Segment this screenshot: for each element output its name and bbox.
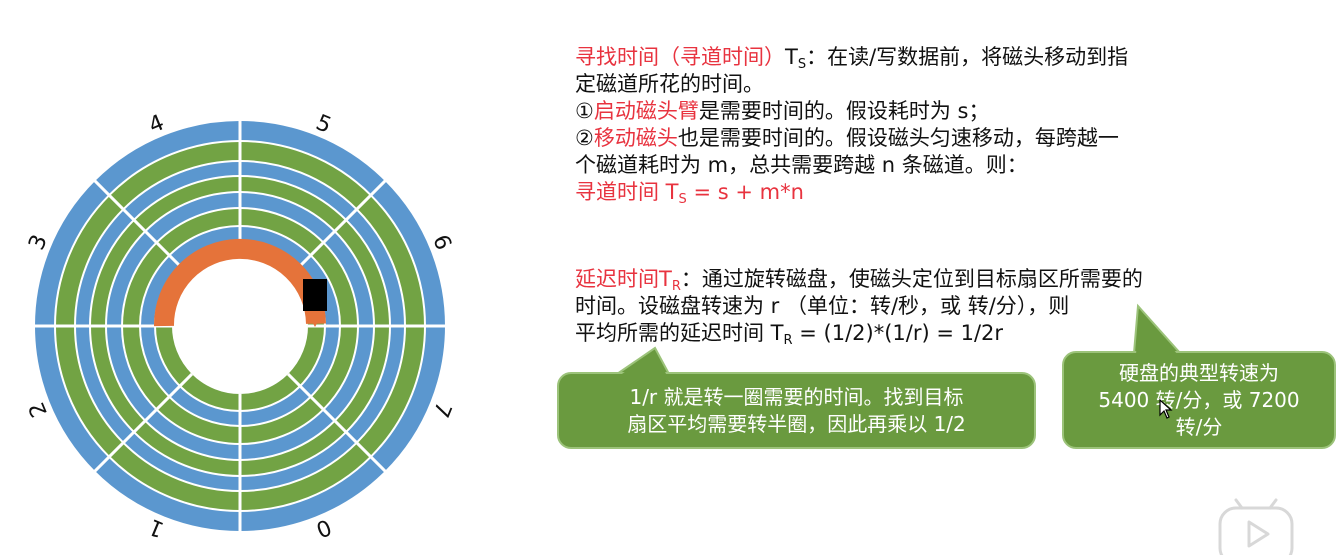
- half-turn-line-1: 1/r 就是转一圈需要的时间。找到目标: [629, 384, 964, 409]
- rotation-formula-prefix: 平均所需的延迟时间 T: [575, 321, 784, 345]
- seek-item-1: ①启动磁头臂是需要时间的。假设耗时为 s；: [575, 98, 1295, 125]
- seek-formula: 寻道时间 TS = s + m*n: [575, 179, 1295, 206]
- seek-formula-sub: S: [678, 192, 687, 207]
- sector-label-5: 5: [312, 110, 335, 138]
- item2-num: ②: [575, 126, 594, 150]
- seek-formula-prefix: 寻道时间 T: [575, 180, 679, 204]
- seek-formula-rest: = s + m*n: [686, 180, 804, 204]
- seek-time-section: 寻找时间（寻道时间）TS：在读/写数据前，将磁头移动到指 定磁道所花的时间。 ①…: [575, 44, 1295, 206]
- speed-callout-text: 硬盘的典型转速为 5400 转/分，或 7200 转/分: [1062, 351, 1336, 449]
- seek-symbol: T: [785, 45, 798, 69]
- sector-label-3: 3: [24, 231, 52, 254]
- speed-line-2: 5400 转/分，或 7200: [1098, 387, 1300, 412]
- seek-desc: ：在读/写数据前，将磁头移动到指: [806, 45, 1129, 69]
- play-button-icon[interactable]: [1216, 498, 1296, 555]
- disk-diagram: 0 1 2 3 4 5 6 7: [24, 110, 455, 541]
- rotation-delay-section: 延迟时间TR：通过旋转磁盘，使磁头定位到目标扇区所需要的 时间。设磁盘转速为 r…: [575, 266, 1295, 347]
- half-turn-line-2: 扇区平均需要转半圈，因此再乘以 1/2: [627, 411, 966, 436]
- rotation-line-2: 时间。设磁盘转速为 r （单位：转/秒，或 转/分），则: [575, 294, 1070, 318]
- sector-label-0: 0: [312, 513, 335, 541]
- rotation-title-sub: R: [671, 279, 681, 294]
- rotation-formula-sub: R: [783, 333, 793, 348]
- item1-rest: 是需要时间的。假设耗时为 s；: [698, 99, 990, 123]
- item1-num: ①: [575, 99, 594, 123]
- rotation-formula: 平均所需的延迟时间 TR = (1/2)*(1/r) = 1/2r: [575, 320, 1295, 347]
- item2-red: 移动磁头: [593, 126, 678, 150]
- seek-line-2: 定磁道所花的时间。: [575, 72, 764, 96]
- sector-dividers: [34, 120, 446, 532]
- seek-item-2-cont: 个磁道耗时为 m，总共需要跨越 n 条磁道。则：: [575, 153, 1028, 177]
- rotation-formula-rest: = (1/2)*(1/r) = 1/2r: [792, 321, 1004, 345]
- sector-label-4: 4: [145, 110, 168, 138]
- sector-label-1: 1: [145, 513, 168, 541]
- rotation-arc: [153, 238, 326, 327]
- half-turn-callout: 1/r 就是转一圈需要的时间。找到目标 扇区平均需要转半圈，因此再乘以 1/2: [557, 346, 1036, 449]
- item1-red: 启动磁头臂: [593, 99, 699, 123]
- seek-symbol-sub: S: [797, 57, 807, 72]
- half-turn-callout-text: 1/r 就是转一圈需要的时间。找到目标 扇区平均需要转半圈，因此再乘以 1/2: [557, 372, 1036, 449]
- seek-item-2: ②移动磁头也是需要时间的。假设磁头匀速移动，每跨越一: [575, 125, 1295, 152]
- rotation-desc: ：通过旋转磁盘，使磁头定位到目标扇区所需要的: [680, 267, 1143, 291]
- sector-label-7: 7: [427, 398, 455, 421]
- speed-callout: 硬盘的典型转速为 5400 转/分，或 7200 转/分: [1062, 303, 1336, 449]
- speed-line-3: 转/分: [1175, 414, 1223, 439]
- rotation-title: 延迟时间T: [575, 267, 672, 291]
- mouse-cursor-icon: [1159, 399, 1173, 419]
- seek-title: 寻找时间（寻道时间）: [575, 45, 785, 69]
- sector-label-2: 2: [24, 398, 52, 421]
- rotation-line-1: 延迟时间TR：通过旋转磁盘，使磁头定位到目标扇区所需要的: [575, 266, 1295, 293]
- item2-rest: 也是需要时间的。假设磁头匀速移动，每跨越一: [677, 126, 1119, 150]
- speed-line-1: 硬盘的典型转速为: [1119, 360, 1279, 385]
- sector-label-6: 6: [427, 231, 455, 254]
- seek-line-1: 寻找时间（寻道时间）TS：在读/写数据前，将磁头移动到指: [575, 44, 1295, 71]
